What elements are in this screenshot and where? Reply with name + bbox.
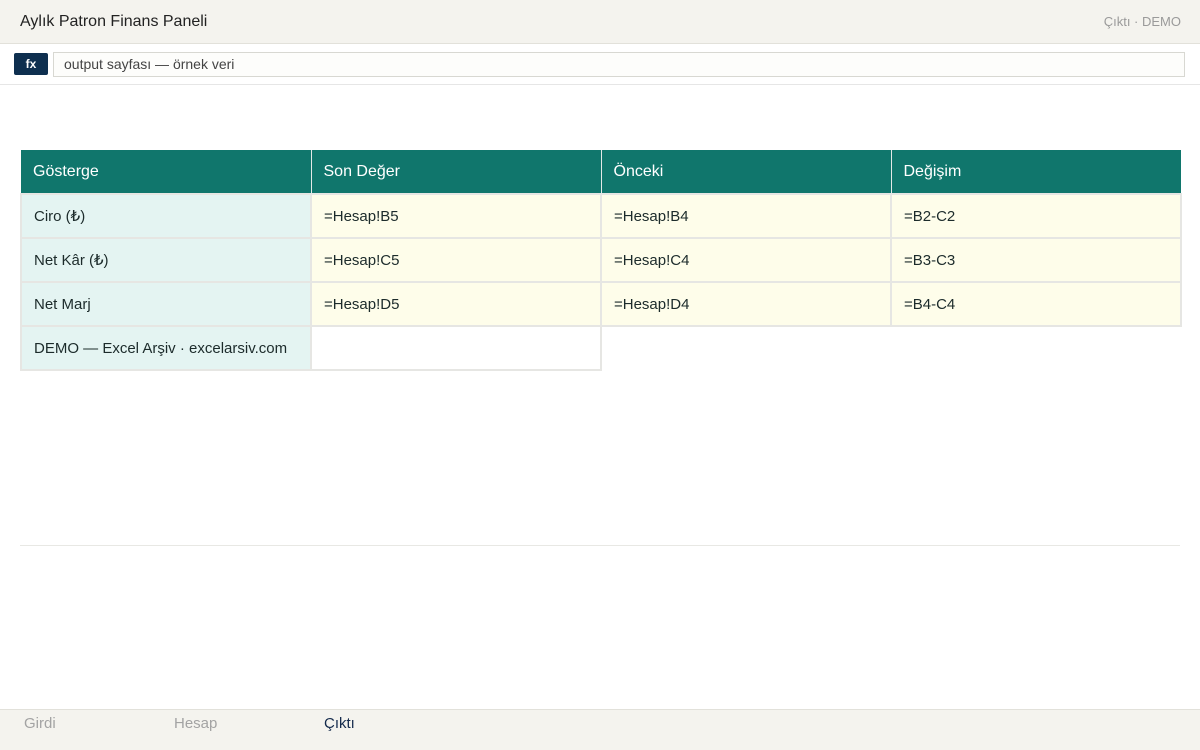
formula-bar: fx	[0, 44, 1200, 85]
cell-label[interactable]: Net Kâr (₺)	[20, 237, 312, 283]
cell-label[interactable]: Ciro (₺)	[20, 193, 312, 239]
table-row: Ciro (₺) =Hesap!B5 =Hesap!B4 =B2-C2	[20, 193, 1182, 239]
cell-formula[interactable]: =Hesap!D4	[600, 281, 892, 327]
cell-void	[891, 326, 1181, 370]
cell-formula[interactable]: =Hesap!B4	[600, 193, 892, 239]
sheet-status: Çıktı · DEMO	[1103, 14, 1181, 29]
sheet-tab-bar: Girdi Hesap Çıktı	[0, 709, 1200, 750]
cell-formula[interactable]: =Hesap!C5	[310, 237, 602, 283]
cell-empty[interactable]	[310, 325, 602, 371]
cell-formula[interactable]: =B2-C2	[890, 193, 1182, 239]
cell-void	[601, 326, 891, 370]
cell-formula[interactable]: =Hesap!D5	[310, 281, 602, 327]
header-cell-gosterge[interactable]: Gösterge	[21, 150, 312, 195]
cell-label[interactable]: Net Marj	[20, 281, 312, 327]
header-cell-son-deger[interactable]: Son Değer	[311, 150, 602, 195]
cell-formula[interactable]: =B3-C3	[890, 237, 1182, 283]
tab-cikti[interactable]: Çıktı	[324, 715, 355, 732]
header-cell-onceki[interactable]: Önceki	[601, 150, 892, 195]
table-row: Net Kâr (₺) =Hesap!C5 =Hesap!C4 =B3-C3	[20, 237, 1182, 283]
content-divider	[20, 545, 1180, 546]
formula-input[interactable]	[53, 51, 1185, 77]
output-table: Gösterge Son Değer Önceki Değişim Ciro (…	[20, 150, 1182, 371]
table-header-row: Gösterge Son Değer Önceki Değişim	[21, 150, 1181, 195]
table-row-footer: DEMO — Excel Arşiv · excelarsiv.com	[20, 325, 1181, 371]
fx-icon[interactable]: fx	[14, 53, 48, 75]
cell-demo-credit[interactable]: DEMO — Excel Arşiv · excelarsiv.com	[20, 325, 312, 371]
cell-formula[interactable]: =Hesap!B5	[310, 193, 602, 239]
tab-hesap[interactable]: Hesap	[174, 715, 217, 732]
tab-girdi[interactable]: Girdi	[24, 715, 56, 732]
cell-formula[interactable]: =Hesap!C4	[600, 237, 892, 283]
app-title: Aylık Patron Finans Paneli	[20, 12, 208, 30]
table-row: Net Marj =Hesap!D5 =Hesap!D4 =B4-C4	[20, 281, 1182, 327]
header-cell-degisim[interactable]: Değişim	[891, 150, 1181, 195]
title-bar: Aylık Patron Finans Paneli Çıktı · DEMO	[0, 0, 1200, 44]
cell-formula[interactable]: =B4-C4	[890, 281, 1182, 327]
